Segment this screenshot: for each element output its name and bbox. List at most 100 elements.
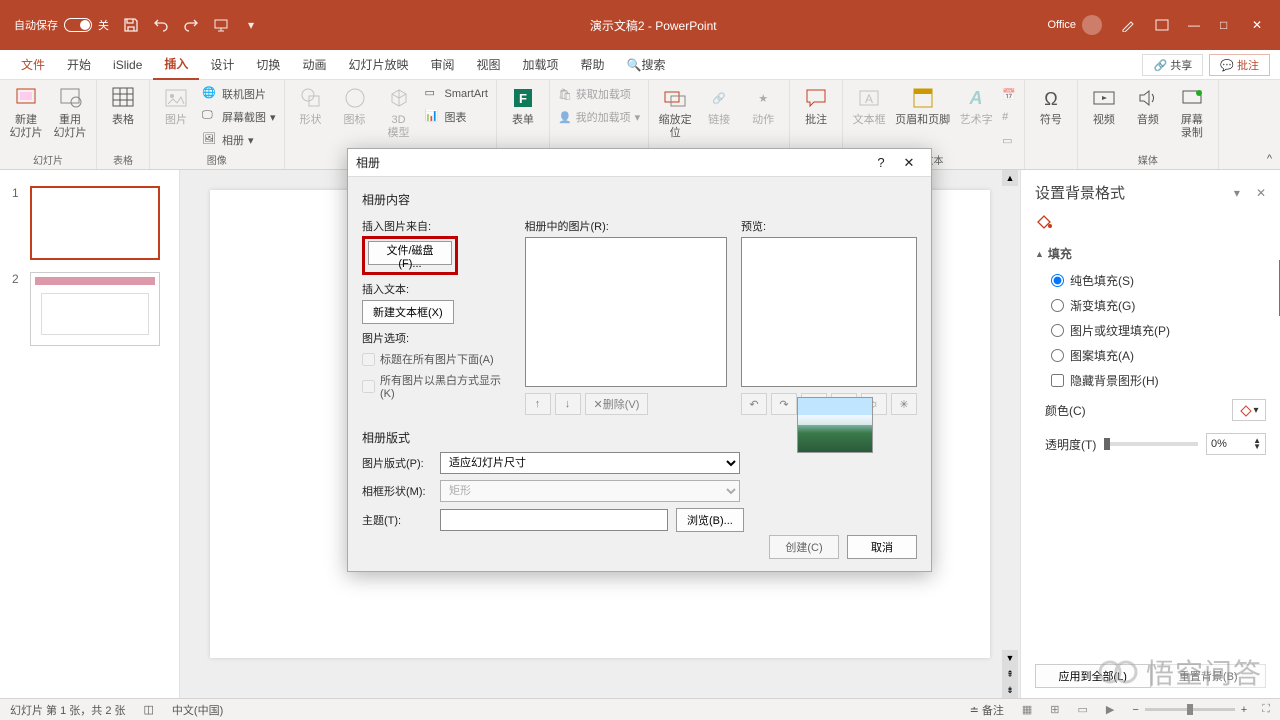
prev-slide-icon[interactable]: ⇞ [1002, 666, 1018, 682]
table-button[interactable]: 表格 [105, 84, 141, 127]
slideshow-icon[interactable] [213, 17, 229, 33]
album-button[interactable]: 🖼相册 ▾ [202, 130, 276, 150]
zoom-value[interactable] [1253, 704, 1256, 716]
reuse-slide-button[interactable]: 重用 幻灯片 [52, 84, 88, 140]
tab-insert[interactable]: 插入 [153, 50, 199, 80]
new-slide-button[interactable]: 新建 幻灯片 [8, 84, 44, 140]
picture-button[interactable]: 图片 [158, 84, 194, 127]
autosave-toggle[interactable]: 自动保存 关 [14, 17, 109, 33]
album-pics-listbox[interactable] [525, 237, 728, 387]
color-picker[interactable]: ▾ [1232, 399, 1266, 421]
rotate-left-button[interactable]: ↶ [741, 393, 767, 415]
smartart-button[interactable]: ▭SmartArt [425, 84, 488, 104]
action-button[interactable]: ★动作 [745, 84, 781, 127]
tab-addins[interactable]: 加载项 [512, 50, 570, 80]
transparency-slider[interactable] [1104, 442, 1198, 446]
comment-button[interactable]: 批注 [798, 84, 834, 127]
fill-tool-icon[interactable] [1035, 213, 1266, 231]
rotate-right-button[interactable]: ↷ [771, 393, 797, 415]
comments-button[interactable]: 💬 批注 [1209, 54, 1270, 76]
brightness-down-button[interactable]: ✳ [891, 393, 917, 415]
panel-close-icon[interactable]: ✕ [1256, 186, 1266, 200]
language-label[interactable]: 中文(中国) [172, 702, 223, 718]
dialog-close-icon[interactable]: ✕ [895, 155, 923, 171]
textbox-button[interactable]: A文本框 [851, 84, 887, 127]
browse-button[interactable]: 浏览(B)... [676, 508, 744, 532]
new-textbox-button[interactable]: 新建文本框(X) [362, 300, 454, 324]
fill-section-header[interactable]: ▲填充 [1035, 245, 1266, 262]
remove-button[interactable]: ✕ 删除(V) [585, 393, 649, 415]
all-bw-checkbox[interactable]: 所有图片以黑白方式显示(K) [362, 372, 511, 400]
solid-fill-option[interactable]: 纯色填充(S) [1035, 268, 1266, 293]
zoom-button[interactable]: 缩放定 位 [657, 84, 693, 140]
move-up-button[interactable]: ↑ [525, 393, 551, 415]
reset-bg-button[interactable]: 重置背景(B) [1151, 664, 1267, 688]
office-account[interactable]: Office [1047, 15, 1102, 35]
video-button[interactable]: 视频 [1086, 84, 1122, 127]
apply-all-button[interactable]: 应用到全部(L) [1035, 664, 1151, 688]
close-icon[interactable]: ✕ [1252, 18, 1266, 32]
my-addins-button[interactable]: 👤 我的加载项 ▾ [558, 107, 640, 127]
zoom-out-icon[interactable]: − [1132, 704, 1138, 716]
shapes-button[interactable]: 形状 [293, 84, 329, 127]
redo-icon[interactable] [183, 17, 199, 33]
tab-search[interactable]: 🔍 搜索 [616, 50, 677, 80]
notes-button[interactable]: ≐ 备注 [970, 702, 1004, 718]
dialog-help-icon[interactable]: ? [867, 155, 895, 170]
pattern-fill-option[interactable]: 图案填充(A) [1035, 343, 1266, 368]
vertical-scrollbar[interactable]: ▲ ▼ ⇞ ⇟ [1002, 170, 1018, 698]
object-button[interactable]: ▭ [1002, 130, 1016, 150]
reading-view-icon[interactable]: ▭ [1077, 703, 1087, 716]
tab-home[interactable]: 开始 [56, 50, 102, 80]
cancel-button[interactable]: 取消 [847, 535, 917, 559]
slide-number-button[interactable]: # [1002, 107, 1016, 127]
model3d-button[interactable]: 3D 模型 [381, 84, 417, 140]
picture-fill-option[interactable]: 图片或纹理填充(P) [1035, 318, 1266, 343]
scroll-up-icon[interactable]: ▲ [1002, 170, 1018, 186]
minimize-icon[interactable]: — [1188, 18, 1202, 32]
pic-layout-select[interactable]: 适应幻灯片尺寸 [440, 452, 740, 474]
icons-button[interactable]: 图标 [337, 84, 373, 127]
slideshow-view-icon[interactable]: ▶ [1106, 703, 1114, 716]
chart-button[interactable]: 📊图表 [425, 107, 488, 127]
transparency-spinner[interactable]: 0%▲▼ [1206, 433, 1266, 455]
maximize-icon[interactable]: □ [1220, 18, 1234, 32]
dialog-titlebar[interactable]: 相册 ? ✕ [348, 149, 931, 177]
theme-input[interactable] [440, 509, 668, 531]
link-button[interactable]: 🔗链接 [701, 84, 737, 127]
file-disk-button[interactable]: 文件/磁盘(F)... [368, 241, 452, 265]
frame-shape-select[interactable]: 矩形 [440, 480, 740, 502]
tab-islide[interactable]: iSlide [102, 50, 153, 80]
scroll-down-icon[interactable]: ▼ [1002, 650, 1018, 666]
thumbnail-slide-1[interactable]: 1 [0, 180, 179, 266]
create-button[interactable]: 创建(C) [769, 535, 839, 559]
sorter-view-icon[interactable]: ⊞ [1050, 703, 1059, 716]
next-slide-icon[interactable]: ⇟ [1002, 682, 1018, 698]
symbol-button[interactable]: Ω符号 [1033, 84, 1069, 127]
zoom-control[interactable]: − + ⛶ [1132, 703, 1270, 716]
tab-file[interactable]: 文件 [10, 50, 56, 80]
qat-more-icon[interactable]: ▾ [243, 17, 259, 33]
header-footer-button[interactable]: 页眉和页脚 [895, 84, 950, 127]
tab-design[interactable]: 设计 [199, 50, 245, 80]
date-button[interactable]: 📅 [1002, 84, 1016, 104]
wordart-button[interactable]: A艺术字 [958, 84, 994, 127]
panel-dropdown-icon[interactable]: ▾ [1234, 186, 1240, 200]
tab-slideshow[interactable]: 幻灯片放映 [337, 50, 419, 80]
tab-help[interactable]: 帮助 [570, 50, 616, 80]
collapse-ribbon-icon[interactable]: ^ [1259, 149, 1280, 169]
move-down-button[interactable]: ↓ [555, 393, 581, 415]
gradient-fill-option[interactable]: 渐变填充(G) [1035, 293, 1266, 318]
tab-animation[interactable]: 动画 [291, 50, 337, 80]
normal-view-icon[interactable]: ▦ [1022, 703, 1032, 716]
save-icon[interactable] [123, 17, 139, 33]
accessibility-icon[interactable]: ◫ [144, 703, 154, 716]
share-button[interactable]: 🔗 共享 [1142, 54, 1203, 76]
screenshot-button[interactable]: 🖵屏幕截图 ▾ [202, 107, 276, 127]
audio-button[interactable]: 音频 [1130, 84, 1166, 127]
caption-below-checkbox[interactable]: 标题在所有图片下面(A) [362, 351, 511, 367]
tab-view[interactable]: 视图 [465, 50, 511, 80]
pen-icon[interactable] [1120, 17, 1136, 33]
thumbnail-slide-2[interactable]: 2 [0, 266, 179, 352]
forms-button[interactable]: F表单 [505, 84, 541, 127]
